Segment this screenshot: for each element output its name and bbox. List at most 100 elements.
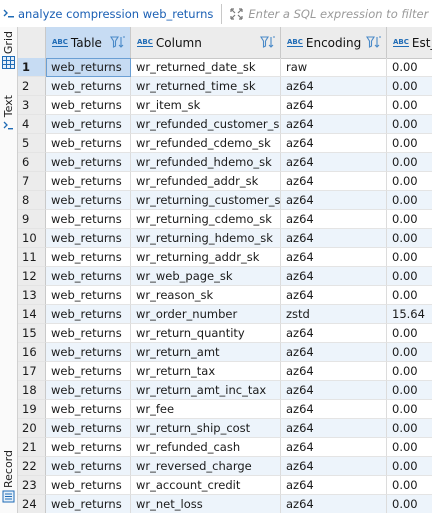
est-cell[interactable]: 0.00 xyxy=(387,191,432,210)
est-cell[interactable]: 0.00 xyxy=(387,96,432,115)
est-cell[interactable]: 0.00 xyxy=(387,419,432,438)
column-cell[interactable]: wr_return_amt_inc_tax xyxy=(131,381,281,400)
encoding-cell[interactable]: az64 xyxy=(281,419,387,438)
row-number-cell[interactable]: 17 xyxy=(18,362,46,381)
row-number-cell[interactable]: 9 xyxy=(18,210,46,229)
est-cell[interactable]: 0.00 xyxy=(387,134,432,153)
est-cell[interactable]: 0.00 xyxy=(387,457,432,476)
table-row[interactable]: 19 web_returns wr_fee az64 0.00 xyxy=(18,400,432,419)
encoding-cell[interactable]: az64 xyxy=(281,134,387,153)
encoding-cell[interactable]: az64 xyxy=(281,248,387,267)
table-cell[interactable]: web_returns xyxy=(46,267,131,286)
filter-input[interactable]: Enter a SQL expression to filter results… xyxy=(248,7,432,21)
table-row[interactable]: 3 web_returns wr_item_sk az64 0.00 xyxy=(18,96,432,115)
est-cell[interactable]: 0.00 xyxy=(387,495,432,513)
column-cell[interactable]: wr_refunded_cdemo_sk xyxy=(131,134,281,153)
encoding-cell[interactable]: az64 xyxy=(281,210,387,229)
column-cell[interactable]: wr_account_credit xyxy=(131,476,281,495)
table-cell[interactable]: web_returns xyxy=(46,229,131,248)
encoding-cell[interactable]: az64 xyxy=(281,476,387,495)
column-cell[interactable]: wr_reason_sk xyxy=(131,286,281,305)
est-cell[interactable]: 0.00 xyxy=(387,210,432,229)
table-cell[interactable]: web_returns xyxy=(46,381,131,400)
est-cell[interactable]: 0.00 xyxy=(387,343,432,362)
row-number-cell[interactable]: 10 xyxy=(18,229,46,248)
table-row[interactable]: 16 web_returns wr_return_amt az64 0.00 xyxy=(18,343,432,362)
table-cell[interactable]: web_returns xyxy=(46,362,131,381)
est-cell[interactable]: 0.00 xyxy=(387,172,432,191)
row-number-cell[interactable]: 24 xyxy=(18,495,46,513)
column-filter-icon[interactable] xyxy=(260,35,276,49)
table-row[interactable]: 17 web_returns wr_return_tax az64 0.00 xyxy=(18,362,432,381)
table-row[interactable]: 6 web_returns wr_refunded_hdemo_sk az64 0.00 xyxy=(18,153,432,172)
query-label[interactable]: analyze compression web_returns xyxy=(18,7,213,21)
column-cell[interactable]: wr_return_ship_cost xyxy=(131,419,281,438)
table-row[interactable]: 2 web_returns wr_returned_time_sk az64 0.00 xyxy=(18,77,432,96)
est-cell[interactable]: 0.00 xyxy=(387,438,432,457)
column-header-encoding[interactable]: ABC Encoding xyxy=(281,27,387,58)
table-cell[interactable]: web_returns xyxy=(46,58,131,77)
column-cell[interactable]: wr_returned_date_sk xyxy=(131,58,281,77)
est-cell[interactable]: 0.00 xyxy=(387,381,432,400)
table-cell[interactable]: web_returns xyxy=(46,248,131,267)
est-cell[interactable]: 15.64 xyxy=(387,305,432,324)
table-cell[interactable]: web_returns xyxy=(46,324,131,343)
column-cell[interactable]: wr_refunded_cash xyxy=(131,438,281,457)
encoding-cell[interactable]: az64 xyxy=(281,438,387,457)
column-cell[interactable]: wr_reversed_charge xyxy=(131,457,281,476)
tab-grid[interactable]: Grid xyxy=(0,31,17,70)
table-row[interactable]: 20 web_returns wr_return_ship_cost az64 0.00 xyxy=(18,419,432,438)
row-number-header[interactable] xyxy=(18,27,46,58)
table-row[interactable]: 7 web_returns wr_refunded_addr_sk az64 0.00 xyxy=(18,172,432,191)
est-cell[interactable]: 0.00 xyxy=(387,229,432,248)
table-row[interactable]: 8 web_returns wr_returning_customer_sk az64… xyxy=(18,191,432,210)
encoding-cell[interactable]: az64 xyxy=(281,381,387,400)
encoding-cell[interactable]: az64 xyxy=(281,153,387,172)
column-cell[interactable]: wr_returning_customer_sk xyxy=(131,191,281,210)
row-number-cell[interactable]: 8 xyxy=(18,191,46,210)
table-row[interactable]: 24 web_returns wr_net_loss az64 0.00 xyxy=(18,495,432,513)
est-cell[interactable]: 0.00 xyxy=(387,58,432,77)
table-row[interactable]: 23 web_returns wr_account_credit az64 0.00 xyxy=(18,476,432,495)
est-cell[interactable]: 0.00 xyxy=(387,400,432,419)
encoding-cell[interactable]: az64 xyxy=(281,229,387,248)
column-cell[interactable]: wr_refunded_addr_sk xyxy=(131,172,281,191)
tab-text[interactable]: Text xyxy=(0,95,17,132)
row-number-cell[interactable]: 23 xyxy=(18,476,46,495)
table-cell[interactable]: web_returns xyxy=(46,134,131,153)
encoding-cell[interactable]: az64 xyxy=(281,343,387,362)
table-cell[interactable]: web_returns xyxy=(46,172,131,191)
est-cell[interactable]: 0.00 xyxy=(387,153,432,172)
table-row[interactable]: 11 web_returns wr_returning_addr_sk az64 0.0… xyxy=(18,248,432,267)
column-cell[interactable]: wr_web_page_sk xyxy=(131,267,281,286)
column-cell[interactable]: wr_returning_hdemo_sk xyxy=(131,229,281,248)
encoding-cell[interactable]: az64 xyxy=(281,115,387,134)
table-row[interactable]: 22 web_returns wr_reversed_charge az64 0.00 xyxy=(18,457,432,476)
table-row[interactable]: 12 web_returns wr_web_page_sk az64 0.00 xyxy=(18,267,432,286)
row-number-cell[interactable]: 3 xyxy=(18,96,46,115)
table-cell[interactable]: web_returns xyxy=(46,419,131,438)
est-cell[interactable]: 0.00 xyxy=(387,324,432,343)
est-cell[interactable]: 0.00 xyxy=(387,77,432,96)
encoding-cell[interactable]: az64 xyxy=(281,96,387,115)
column-cell[interactable]: wr_refunded_hdemo_sk xyxy=(131,153,281,172)
row-number-cell[interactable]: 7 xyxy=(18,172,46,191)
row-number-cell[interactable]: 18 xyxy=(18,381,46,400)
row-number-cell[interactable]: 13 xyxy=(18,286,46,305)
row-number-cell[interactable]: 11 xyxy=(18,248,46,267)
row-number-cell[interactable]: 6 xyxy=(18,153,46,172)
encoding-cell[interactable]: az64 xyxy=(281,172,387,191)
table-row[interactable]: 21 web_returns wr_refunded_cash az64 0.00 xyxy=(18,438,432,457)
column-cell[interactable]: wr_order_number xyxy=(131,305,281,324)
table-row[interactable]: 18 web_returns wr_return_amt_inc_tax az64 0.… xyxy=(18,381,432,400)
table-cell[interactable]: web_returns xyxy=(46,191,131,210)
column-cell[interactable]: wr_return_quantity xyxy=(131,324,281,343)
est-cell[interactable]: 0.00 xyxy=(387,286,432,305)
column-filter-icon[interactable] xyxy=(366,35,382,49)
row-number-cell[interactable]: 4 xyxy=(18,115,46,134)
column-header-column[interactable]: ABC Column xyxy=(131,27,281,58)
table-cell[interactable]: web_returns xyxy=(46,476,131,495)
encoding-cell[interactable]: az64 xyxy=(281,362,387,381)
encoding-cell[interactable]: az64 xyxy=(281,495,387,513)
encoding-cell[interactable]: az64 xyxy=(281,191,387,210)
